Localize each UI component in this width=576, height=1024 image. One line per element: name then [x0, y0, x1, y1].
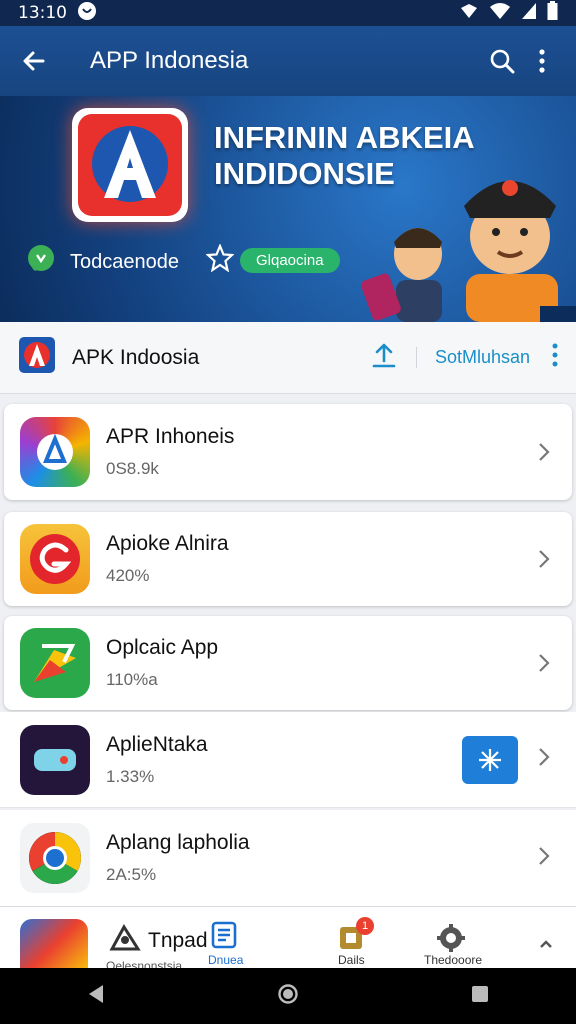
star-icon — [205, 243, 235, 277]
app-meta: 1.33% — [106, 766, 155, 786]
banner-right-action[interactable]: Glqaocina — [205, 243, 340, 277]
chevron-right-icon — [532, 844, 556, 873]
swirl-logo-icon — [20, 524, 90, 594]
recents-square-icon[interactable] — [470, 984, 490, 1009]
chevron-right-icon — [532, 745, 556, 774]
snowflake-icon[interactable] — [462, 735, 518, 784]
app-name: AplieNtaka — [106, 732, 208, 756]
app-name: Aplang lapholia — [106, 831, 250, 854]
game-controller-icon — [20, 724, 90, 795]
banner-pill: Glqaocina — [240, 248, 340, 273]
bottom-navigation: Tnpad Qelesnonstsia Dnuea 1 Dails Thedoo… — [0, 906, 576, 973]
app-name: APR Inhoneis — [106, 425, 235, 448]
play-arrow-icon — [20, 628, 90, 698]
battery-icon — [547, 0, 558, 26]
app-name: Apioke Alnira — [106, 532, 229, 555]
section-logo-icon — [18, 336, 56, 379]
partial-app-icon[interactable] — [20, 919, 88, 971]
status-bar: 13:10 — [0, 0, 576, 26]
app-meta: 110%a — [106, 670, 158, 689]
nav-label: Dails — [338, 953, 365, 967]
mascot-illustration — [361, 180, 576, 322]
app-logo — [72, 108, 188, 222]
share-icon[interactable] — [372, 341, 396, 374]
home-circle-icon[interactable] — [277, 983, 299, 1010]
list-item[interactable]: Oplcaic App 110%a — [4, 616, 572, 710]
search-icon[interactable] — [482, 41, 522, 81]
nav-label: Dnuea — [208, 953, 244, 967]
banner-left-label: Todcaenode — [70, 250, 179, 273]
nav-item-theatre[interactable]: Thedooore — [420, 917, 484, 967]
partial-item-name: Tnpad — [148, 929, 208, 952]
nav-item-updates[interactable]: Dnuea — [204, 917, 248, 967]
section-title: APK Indoosia — [72, 345, 200, 369]
app-bar: APP Indonesia — [0, 26, 576, 96]
promo-banner[interactable]: INFRININ ABKEIA INDIDONSIE Todcaenode Gl… — [0, 96, 576, 322]
list-item[interactable]: APR Inhoneis 0S8.9k — [4, 404, 572, 500]
wifi-icon — [489, 2, 511, 25]
system-nav-bar — [0, 968, 576, 1024]
app-name: Oplcaic App — [106, 636, 219, 659]
clock: 13:10 — [18, 3, 67, 23]
list-item[interactable]: Apioke Alnira 420% — [4, 512, 572, 606]
app-meta: 420% — [106, 566, 150, 585]
puzzle-icon — [108, 923, 142, 958]
notification-badge: 1 — [356, 917, 374, 935]
safari-compass-icon — [20, 417, 90, 487]
chevron-right-icon — [532, 547, 556, 571]
list-item[interactable]: Aplang lapholia 2A:5% — [0, 810, 576, 906]
app-meta: 2A:5% — [106, 865, 157, 884]
section-more-icon[interactable] — [552, 343, 558, 372]
app-bar-title: APP Indonesia — [90, 47, 249, 74]
back-triangle-icon[interactable] — [86, 983, 106, 1010]
back-arrow-icon[interactable] — [14, 41, 54, 81]
chat-bubble-icon — [26, 244, 56, 280]
more-vert-icon[interactable] — [522, 41, 562, 81]
headline-line-1: INFRININ ABKEIA — [214, 120, 475, 155]
chevron-right-icon — [532, 440, 556, 464]
list-item[interactable]: AplieNtaka 1.33% — [0, 712, 576, 808]
nav-item-details[interactable]: 1 Dails — [330, 917, 376, 967]
chevron-right-icon — [532, 651, 556, 675]
chrome-icon — [20, 823, 90, 893]
app-meta: 0S8.9k — [106, 459, 159, 478]
notification-icon — [77, 1, 97, 26]
section-action-link[interactable]: SotMluhsan — [415, 347, 530, 368]
signal-icon — [521, 2, 537, 25]
alarm-icon — [459, 2, 479, 25]
section-header: APK Indoosia SotMluhsan — [0, 322, 576, 394]
document-icon — [210, 921, 238, 954]
chevron-up-icon[interactable] — [538, 937, 554, 955]
banner-left-action[interactable]: Todcaenode — [26, 244, 179, 280]
nav-label: Thedooore — [424, 953, 483, 967]
